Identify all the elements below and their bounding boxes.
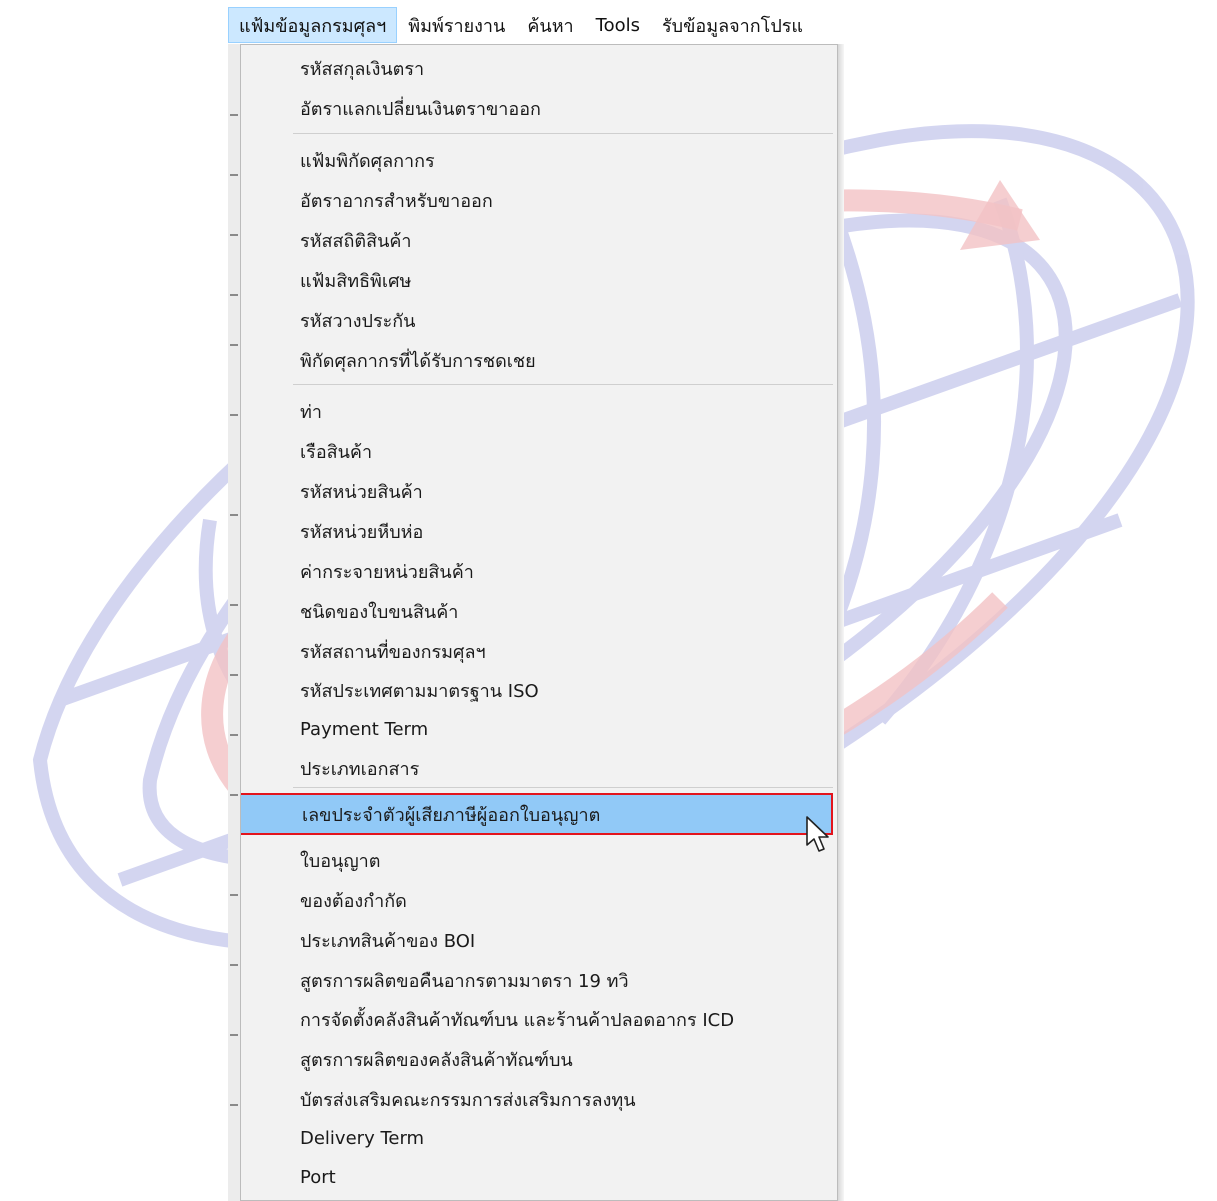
menu-item-export-exchange-rate[interactable]: อัตราแลกเปลี่ยนเงินตราขาออก [241,89,837,127]
menu-item-tariff-file[interactable]: แฟ้มพิกัดศุลกากร [241,141,837,179]
menu-item-restricted-goods[interactable]: ของต้องกำกัด [241,881,837,919]
menu-bar: แฟ้มข้อมูลกรมศุลฯ พิมพ์รายงาน ค้นหา Tool… [228,7,840,43]
menu-item-statistics-code[interactable]: รหัสสถิติสินค้า [241,221,837,259]
menubar-item-search[interactable]: ค้นหา [516,7,584,43]
menu-item-bonded-warehouse-icd[interactable]: การจัดตั้งคลังสินค้าทัณฑ์บน และร้านค้าปล… [241,1000,837,1038]
menu-item-license[interactable]: ใบอนุญาต [241,841,837,879]
menubar-item-customs-data-files[interactable]: แฟ้มข้อมูลกรมศุลฯ [228,7,398,43]
menu-separator [293,384,833,385]
menu-item-payment-term[interactable]: Payment Term [241,710,837,748]
menu-item-document-type[interactable]: ประเภทเอกสาร [241,749,837,787]
menu-item-port-code[interactable]: Port [241,1158,837,1196]
menu-item-compensated-tariff[interactable]: พิกัดศุลกากรที่ได้รับการชดเชย [241,341,837,379]
menu-item-port[interactable]: ท่า [241,392,837,430]
menu-item-currency-code[interactable]: รหัสสกุลเงินตรา [241,49,837,87]
menu-item-boi-promotion-card[interactable]: บัตรส่งเสริมคณะกรรมการส่งเสริมการลงทุน [241,1080,837,1118]
menu-item-privilege-file[interactable]: แฟ้มสิทธิพิเศษ [241,261,837,299]
menu-separator [293,787,833,788]
customs-data-files-dropdown: รหัสสกุลเงินตรา อัตราแลกเปลี่ยนเงินตราขา… [240,44,838,1201]
menu-item-customs-location-code[interactable]: รหัสสถานที่ของกรมศุลฯ [241,632,837,670]
menubar-item-import-from-program[interactable]: รับข้อมูลจากโปรแ [651,7,814,43]
menubar-item-print-report[interactable]: พิมพ์รายงาน [397,7,516,43]
menu-item-guarantee-code[interactable]: รหัสวางประกัน [241,301,837,339]
menu-item-license-issuer-tax-id[interactable]: เลขประจำตัวผู้เสียภาษีผู้ออกใบอนุญาต [241,793,833,835]
menu-item-bonded-warehouse-formula[interactable]: สูตรการผลิตของคลังสินค้าทัณฑ์บน [241,1040,837,1078]
menu-item-unit-distribution[interactable]: ค่ากระจายหน่วยสินค้า [241,552,837,590]
menubar-item-tools[interactable]: Tools [585,7,651,43]
menu-item-delivery-term[interactable]: Delivery Term [241,1119,837,1157]
menu-separator [293,133,833,134]
menu-item-boi-goods-type[interactable]: ประเภทสินค้าของ BOI [241,921,837,959]
menu-item-package-unit-code[interactable]: รหัสหน่วยหีบห่อ [241,512,837,550]
underlying-window-right-edge [838,44,844,1201]
menu-item-export-duty-rate[interactable]: อัตราอากรสำหรับขาออก [241,181,837,219]
menu-item-iso-country-code[interactable]: รหัสประเทศตามมาตรฐาน ISO [241,671,837,709]
menu-item-declaration-type[interactable]: ชนิดของใบขนสินค้า [241,592,837,630]
menu-item-product-unit-code[interactable]: รหัสหน่วยสินค้า [241,472,837,510]
mouse-pointer-icon [806,816,829,852]
menu-item-section-19-bis-formula[interactable]: สูตรการผลิตขอคืนอากรตามมาตรา 19 ทวิ [241,961,837,999]
menu-item-cargo-vessel[interactable]: เรือสินค้า [241,432,837,470]
